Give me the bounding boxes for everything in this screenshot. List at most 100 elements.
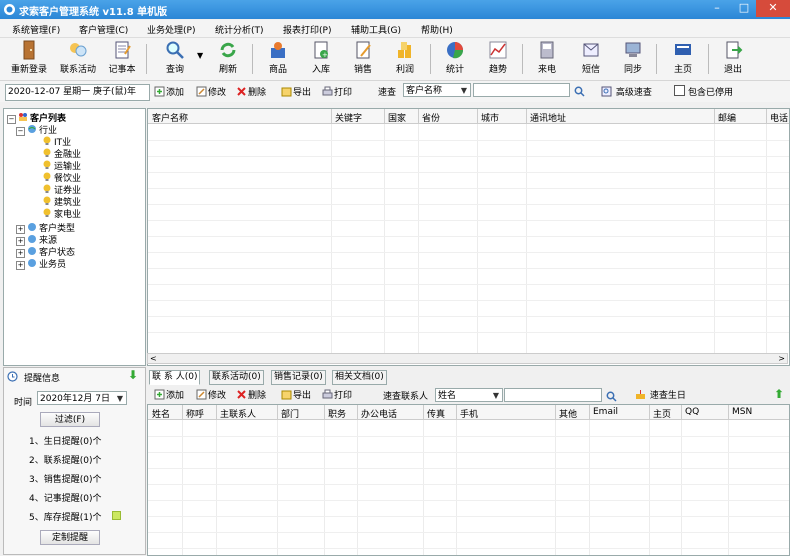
column-header[interactable]: Email	[593, 407, 618, 417]
menu-reports[interactable]: 报表打印(P)	[283, 23, 331, 36]
filter-button[interactable]: 过滤(F)	[40, 412, 100, 427]
contact-edit-button[interactable]: 修改	[196, 388, 226, 401]
reminder-item-contact[interactable]: 2、联系提醒(0)个	[29, 453, 101, 466]
column-header[interactable]: 通讯地址	[530, 111, 566, 124]
contact-search-input[interactable]	[504, 388, 602, 402]
column-header[interactable]: 姓名	[152, 407, 170, 420]
scroll-right-icon[interactable]: >	[778, 354, 785, 363]
menu-help[interactable]: 帮助(H)	[421, 23, 453, 36]
reminder-item-notes[interactable]: 4、记事提醒(0)个	[29, 491, 101, 504]
contact-table[interactable]: 姓名 称呼 主联系人 部门 职务 办公电话 传真 手机 其他 Email 主页 …	[147, 404, 790, 556]
globe-icon	[28, 259, 36, 267]
column-header[interactable]: 电话	[770, 111, 788, 124]
column-header[interactable]: 其他	[559, 407, 577, 420]
maximize-button[interactable]: □	[731, 0, 757, 17]
advanced-search-button[interactable]: 高级速查	[601, 85, 652, 98]
tab-contacts[interactable]: 联 系 人(0)	[149, 370, 201, 385]
menu-customer[interactable]: 客户管理(C)	[79, 23, 128, 36]
search-icon[interactable]	[606, 391, 617, 402]
column-header[interactable]: 省份	[422, 111, 440, 124]
expand-arrow-icon[interactable]: ⬆	[774, 387, 784, 401]
sync-button[interactable]: 同步	[618, 40, 648, 78]
column-header[interactable]: MSN	[732, 407, 752, 417]
contact-export-button[interactable]: 导出	[281, 388, 311, 401]
tree-item-industry[interactable]: 家电业	[42, 207, 81, 220]
stock-in-button[interactable]: + 入库	[306, 40, 336, 78]
sms-button[interactable]: 短信	[576, 40, 606, 78]
reminder-item-stock[interactable]: 5、库存提醒(1)个	[29, 510, 101, 523]
exit-button[interactable]: 退出	[718, 40, 748, 78]
column-header[interactable]: 关键字	[335, 111, 362, 124]
contact-add-button[interactable]: 添加	[154, 388, 184, 401]
query-dropdown-arrow[interactable]: ▼	[197, 51, 203, 60]
refresh-button[interactable]: 刷新	[211, 40, 245, 78]
reminder-date-picker[interactable]: 2020年12月 7日 ▼	[37, 391, 127, 405]
column-header[interactable]: 邮编	[718, 111, 736, 124]
add-button[interactable]: 添加	[154, 85, 184, 98]
query-button[interactable]: 查询	[158, 40, 192, 78]
column-header[interactable]: 主联系人	[220, 407, 256, 420]
contact-search-field-select[interactable]: 姓名 ▼	[435, 388, 503, 402]
custom-reminder-button[interactable]: 定制提醒	[40, 530, 100, 545]
horizontal-scrollbar[interactable]: < >	[147, 353, 788, 364]
trend-button[interactable]: 趋势	[483, 40, 513, 78]
globe-icon	[28, 125, 36, 133]
goods-button[interactable]: 商品	[262, 40, 294, 78]
print-button[interactable]: 打印	[322, 85, 352, 98]
quick-search-label: 速查	[378, 88, 397, 98]
menu-tools[interactable]: 辅助工具(G)	[351, 23, 401, 36]
collapse-arrow-icon[interactable]: ⬇	[128, 368, 138, 382]
column-header[interactable]: QQ	[685, 407, 699, 417]
column-header[interactable]: 国家	[388, 111, 406, 124]
tab-activities[interactable]: 联系活动(0)	[209, 370, 264, 385]
door-icon	[23, 40, 35, 60]
customer-table-header: 客户名称 关键字 国家 省份 城市 通讯地址 邮编 电话	[148, 109, 789, 124]
sales-button[interactable]: 销售	[348, 40, 378, 78]
column-header[interactable]: 传真	[427, 407, 445, 420]
edit-button[interactable]: 修改	[196, 85, 226, 98]
checkbox-box[interactable]	[674, 85, 685, 96]
menu-business[interactable]: 业务处理(P)	[147, 23, 195, 36]
birthday-search-button[interactable]: 速查生日	[635, 388, 686, 401]
bulb-icon	[43, 148, 51, 157]
sms-icon	[583, 43, 599, 57]
contact-delete-button[interactable]: 删除	[236, 388, 266, 401]
contact-print-button[interactable]: 打印	[322, 388, 352, 401]
home-button[interactable]: 主页	[668, 40, 698, 78]
statistics-button[interactable]: 统计	[440, 40, 470, 78]
reminder-item-birthday[interactable]: 1、生日提醒(0)个	[29, 434, 101, 447]
column-header[interactable]: 称呼	[186, 407, 204, 420]
minimize-button[interactable]: –	[704, 0, 730, 17]
reminder-item-sales[interactable]: 3、销售提醒(0)个	[29, 472, 101, 485]
tab-sales-records[interactable]: 销售记录(0)	[271, 370, 326, 385]
tree-node-salesperson[interactable]: + 业务员	[16, 257, 66, 270]
contact-activity-button[interactable]: 联系活动	[56, 40, 100, 78]
column-header[interactable]: 职务	[328, 407, 346, 420]
column-header[interactable]: 部门	[281, 407, 299, 420]
delete-button[interactable]: 删除	[236, 85, 266, 98]
quick-search-field-select[interactable]: 客户名称 ▼	[403, 83, 471, 97]
profit-button[interactable]: 利润	[390, 40, 420, 78]
column-header[interactable]: 手机	[460, 407, 478, 420]
customer-table[interactable]: 客户名称 关键字 国家 省份 城市 通讯地址 邮编 电话	[147, 108, 790, 366]
app-logo-icon	[4, 4, 15, 15]
column-header[interactable]: 城市	[481, 111, 499, 124]
toolbar-separator	[252, 44, 253, 74]
customer-tree: − 客户列表 − 行业 IT业 金融业 运输业 餐饮业 证券业 建筑业 家电业 + 客…	[3, 108, 146, 366]
incoming-call-button[interactable]: 来电	[532, 40, 562, 78]
column-header[interactable]: 客户名称	[152, 111, 188, 124]
close-button[interactable]: ✕	[756, 0, 790, 17]
scroll-left-icon[interactable]: <	[150, 354, 157, 363]
search-icon[interactable]	[574, 86, 585, 97]
column-header[interactable]: 办公电话	[361, 407, 397, 420]
include-disabled-checkbox[interactable]: 包含已停用	[674, 85, 733, 98]
contact-action-bar: 添加 修改 删除 导出 打印 速查联系人 姓名 ▼ 速查生日 ⬆	[147, 386, 788, 404]
notebook-button[interactable]: 记事本	[104, 40, 140, 78]
relogin-button[interactable]: 重新登录	[7, 40, 51, 78]
export-button[interactable]: 导出	[281, 85, 311, 98]
tab-documents[interactable]: 相关文档(0)	[332, 370, 387, 385]
quick-search-input[interactable]	[473, 83, 570, 97]
menu-system[interactable]: 系统管理(F)	[12, 23, 60, 36]
column-header[interactable]: 主页	[653, 407, 671, 420]
menu-statistics[interactable]: 统计分析(T)	[215, 23, 264, 36]
